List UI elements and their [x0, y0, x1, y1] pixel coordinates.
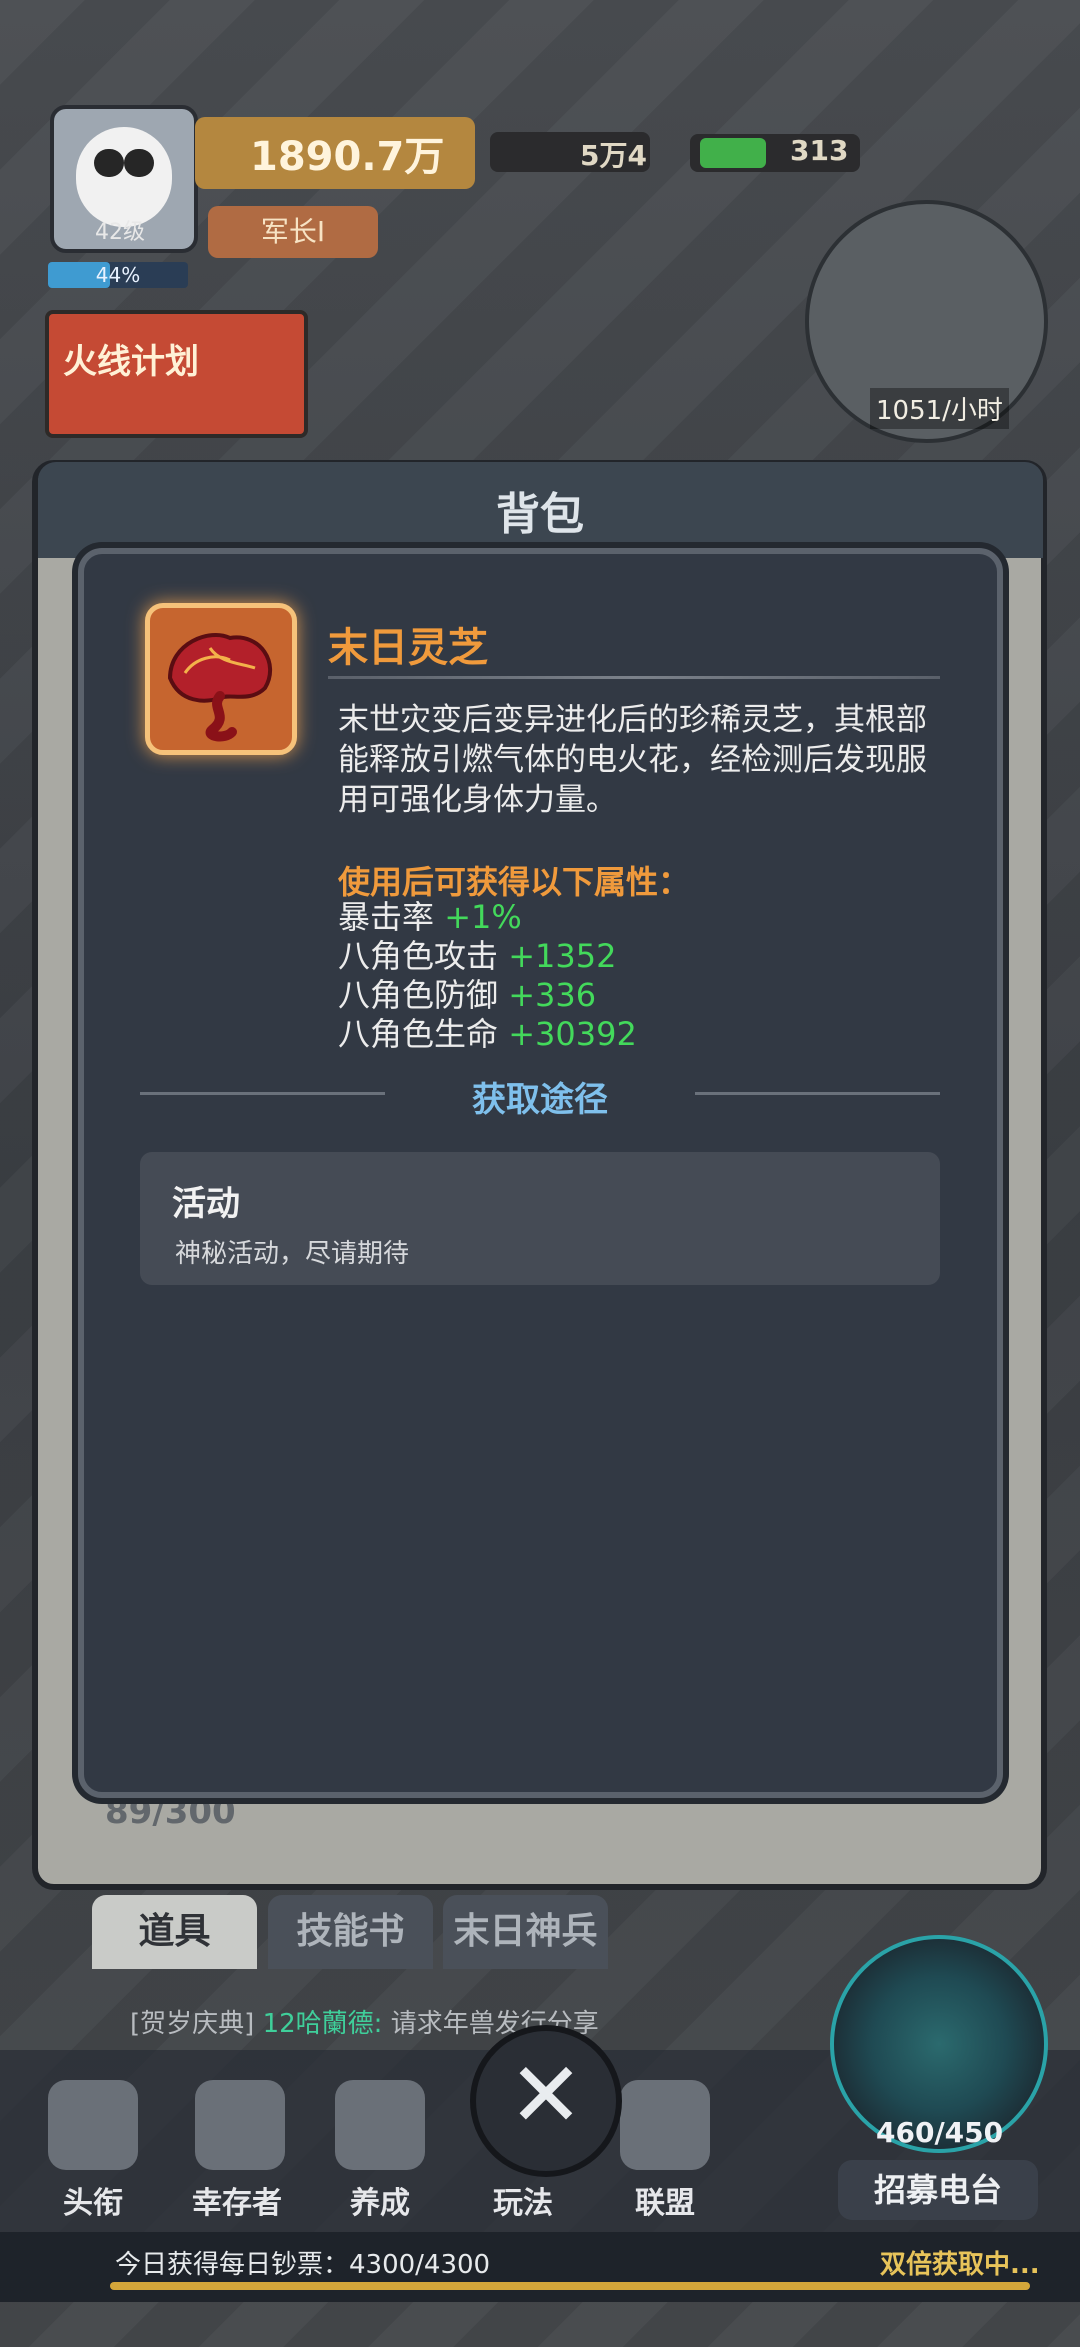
stat-value: +30392	[508, 1015, 637, 1053]
stat-row: 八角色攻击 +1352	[338, 937, 616, 975]
nav-gameplay[interactable]: 玩法	[458, 2178, 588, 2222]
stat-name: 八角色防御	[338, 976, 499, 1014]
wood-bar-fill	[700, 138, 766, 168]
backpack-capacity: 89/300	[105, 1792, 236, 1832]
daily-income-progress	[110, 2282, 1030, 2290]
event-banner[interactable]: 火线计划	[45, 310, 308, 438]
source-title: 活动	[172, 1184, 240, 1224]
exp-percent: 44%	[95, 263, 141, 287]
nav-title[interactable]: 头衔	[28, 2178, 158, 2222]
stat-value: +1%	[444, 898, 522, 936]
item-name: 末日灵芝	[328, 625, 488, 671]
player-level: 42级	[95, 220, 145, 245]
develop-icon[interactable]	[335, 2080, 425, 2170]
stat-name: 八角色生命	[338, 1015, 499, 1053]
gem-value: 5万4	[580, 139, 647, 172]
alliance-icon[interactable]	[620, 2080, 710, 2170]
source-description: 神秘活动，尽请期待	[175, 1239, 410, 1269]
divider	[140, 1092, 385, 1095]
mushroom-icon	[145, 603, 297, 755]
stat-value: +336	[508, 976, 597, 1014]
double-income-label: 双倍获取中...	[880, 2250, 1040, 2280]
backpack-title: 背包	[496, 489, 584, 540]
title-icon[interactable]	[48, 2080, 138, 2170]
chat-tag: [贺岁庆典]	[130, 2009, 255, 2039]
divider	[695, 1092, 940, 1095]
rank-badge[interactable]: 军长Ⅰ	[208, 206, 378, 258]
daily-income-label: 今日获得每日钞票：4300/4300	[115, 2250, 491, 2280]
nav-develop[interactable]: 养成	[315, 2178, 445, 2222]
item-description: 末世灾变后变异进化后的珍稀灵芝，其根部能释放引燃气体的电火花，经检测后发现服用可…	[338, 702, 927, 818]
stat-value: +1352	[508, 937, 617, 975]
stat-name: 暴击率	[338, 898, 435, 936]
wood-value: 313	[790, 134, 849, 167]
nav-alliance[interactable]: 联盟	[600, 2178, 730, 2222]
nav-survivors[interactable]: 幸存者	[172, 2178, 302, 2222]
stat-row: 八角色防御 +336	[338, 976, 596, 1014]
recruit-radio-button[interactable]: 招募电台	[838, 2160, 1038, 2220]
production-rate: 1051/小时	[870, 388, 1009, 429]
chat-sender: 12哈蘭德:	[262, 2009, 383, 2039]
tab-skill-books[interactable]: 技能书	[268, 1895, 433, 1969]
radar-count: 460/450	[876, 2116, 1004, 2149]
event-banner-label: 火线计划	[63, 342, 199, 382]
stat-name: 八角色攻击	[338, 937, 499, 975]
survivor-icon[interactable]	[195, 2080, 285, 2170]
source-heading: 获取途径	[472, 1080, 608, 1120]
stat-row: 暴击率 +1%	[338, 898, 522, 936]
tab-doomsday-weapons[interactable]: 末日神兵	[443, 1895, 608, 1969]
stat-row: 八角色生命 +30392	[338, 1015, 637, 1053]
close-button[interactable]: ✕	[470, 2025, 622, 2177]
effect-heading: 使用后可获得以下属性：	[338, 863, 691, 901]
power-value: 1890.7万	[250, 134, 445, 180]
divider	[328, 676, 940, 679]
tab-items[interactable]: 道具	[92, 1895, 257, 1969]
